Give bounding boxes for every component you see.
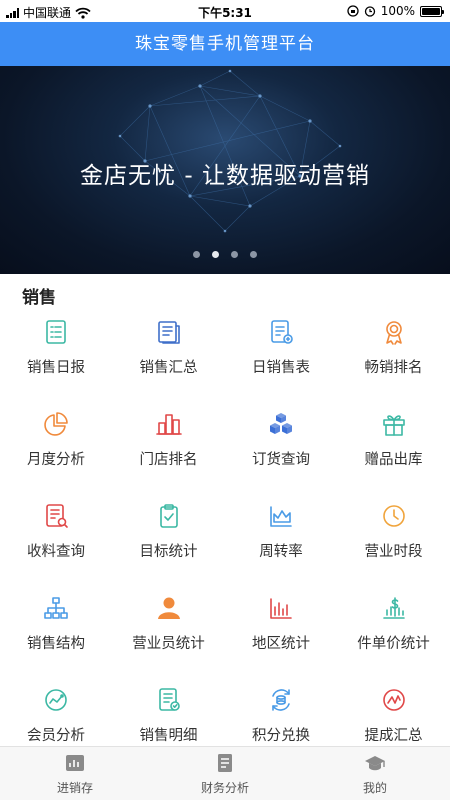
menu-item[interactable]: 月度分析 <box>0 398 112 490</box>
tab-label: 进销存 <box>56 781 93 795</box>
menu-item-label: 件单价统计 <box>357 636 430 652</box>
menu-item[interactable]: 营业员统计 <box>113 582 225 674</box>
clipboard-check-icon <box>155 502 183 530</box>
menu-item-label: 月度分析 <box>27 452 85 468</box>
turnover-chart-icon <box>267 502 295 530</box>
menu-item[interactable]: 件单价统计 <box>338 582 450 674</box>
menu-item-label: 收料查询 <box>27 544 85 560</box>
battery-icon <box>420 5 444 17</box>
section-title-sales: 销售 <box>22 288 56 308</box>
tab-item[interactable]: 财务分析 <box>150 747 300 800</box>
sales-menu-grid: 销售日报 销售汇总 日销售表 畅销排名月度分析 门店排名 订货查询 赠品出库收料查询 目标统计… <box>0 306 450 746</box>
battery-percent: 100% <box>380 4 415 18</box>
bar-chart-icon <box>267 594 295 622</box>
carousel-dot[interactable] <box>212 251 219 258</box>
person-icon <box>155 594 183 622</box>
bottom-tab-bar: 进销存 财务分析 我的 <box>0 746 450 800</box>
tab-item[interactable]: 我的 <box>300 747 450 800</box>
menu-item[interactable]: 销售汇总 <box>113 306 225 398</box>
menu-item-label: 订货查询 <box>252 452 310 468</box>
graduation-cap-icon <box>364 753 386 773</box>
menu-item[interactable]: 畅销排名 <box>338 306 450 398</box>
menu-item[interactable]: 地区统计 <box>225 582 337 674</box>
menu-item[interactable]: 目标统计 <box>113 490 225 582</box>
menu-item-label: 周转率 <box>259 544 303 560</box>
cubes-icon <box>267 410 295 438</box>
menu-item[interactable]: 会员分析 <box>0 674 112 746</box>
alarm-icon <box>364 6 375 17</box>
banner-slogan: 金店无忧 - 让数据驱动营销 <box>80 163 370 189</box>
member-trend-icon <box>42 686 70 714</box>
org-structure-icon <box>42 594 70 622</box>
receipt-search-icon <box>42 502 70 530</box>
gift-icon <box>380 410 408 438</box>
status-bar: 中国联通 下午5:31 100% <box>0 0 450 22</box>
menu-item-label: 销售汇总 <box>139 360 198 376</box>
daily-sales-sheet-icon <box>267 318 295 346</box>
price-growth-icon <box>380 594 408 622</box>
inventory-chart-icon <box>64 753 86 773</box>
menu-item-label: 提成汇总 <box>364 728 423 744</box>
carousel-dot[interactable] <box>231 251 238 258</box>
menu-item[interactable]: 销售日报 <box>0 306 112 398</box>
tab-label: 我的 <box>362 781 387 795</box>
carousel-indicator[interactable] <box>0 251 450 258</box>
menu-item-label: 营业员统计 <box>132 636 205 652</box>
menu-item-label: 销售结构 <box>27 636 85 652</box>
menu-item-label: 营业时段 <box>364 544 423 560</box>
carousel-dot[interactable] <box>193 251 200 258</box>
menu-item[interactable]: 积分兑换 <box>225 674 337 746</box>
carousel-dot[interactable] <box>250 251 257 258</box>
store-ranking-icon <box>155 410 183 438</box>
menu-item[interactable]: 收料查询 <box>0 490 112 582</box>
page-title: 珠宝零售手机管理平台 <box>0 22 450 66</box>
menu-item[interactable]: 日销售表 <box>225 306 337 398</box>
menu-item[interactable]: 门店排名 <box>113 398 225 490</box>
menu-item-label: 日销售表 <box>252 360 310 376</box>
menu-item[interactable]: 赠品出库 <box>338 398 450 490</box>
menu-item-label: 畅销排名 <box>364 360 423 376</box>
menu-item-label: 销售明细 <box>139 728 198 744</box>
daily-report-icon <box>42 318 70 346</box>
points-exchange-icon <box>267 686 295 714</box>
sales-detail-icon <box>155 686 183 714</box>
tab-label: 财务分析 <box>200 781 249 795</box>
commission-gauge-icon <box>380 686 408 714</box>
menu-item-label: 门店排名 <box>139 452 198 468</box>
finance-document-icon <box>214 753 236 773</box>
menu-item-label: 会员分析 <box>27 728 85 744</box>
menu-item[interactable]: 销售明细 <box>113 674 225 746</box>
menu-item[interactable]: 订货查询 <box>225 398 337 490</box>
menu-item-label: 地区统计 <box>252 636 310 652</box>
menu-item[interactable]: 营业时段 <box>338 490 450 582</box>
award-ribbon-icon <box>380 318 408 346</box>
menu-item-label: 目标统计 <box>139 544 198 560</box>
summary-document-icon <box>155 318 183 346</box>
menu-item[interactable]: 销售结构 <box>0 582 112 674</box>
menu-item-label: 销售日报 <box>27 360 85 376</box>
menu-item-label: 积分兑换 <box>252 728 310 744</box>
orientation-lock-icon <box>347 5 359 17</box>
banner-carousel[interactable]: 金店无忧 - 让数据驱动营销 <box>0 66 450 274</box>
menu-item[interactable]: 提成汇总 <box>338 674 450 746</box>
menu-item-label: 赠品出库 <box>364 452 423 468</box>
menu-item[interactable]: 周转率 <box>225 490 337 582</box>
tab-item[interactable]: 进销存 <box>0 747 150 800</box>
clock-icon <box>380 502 408 530</box>
pie-chart-icon <box>42 410 70 438</box>
